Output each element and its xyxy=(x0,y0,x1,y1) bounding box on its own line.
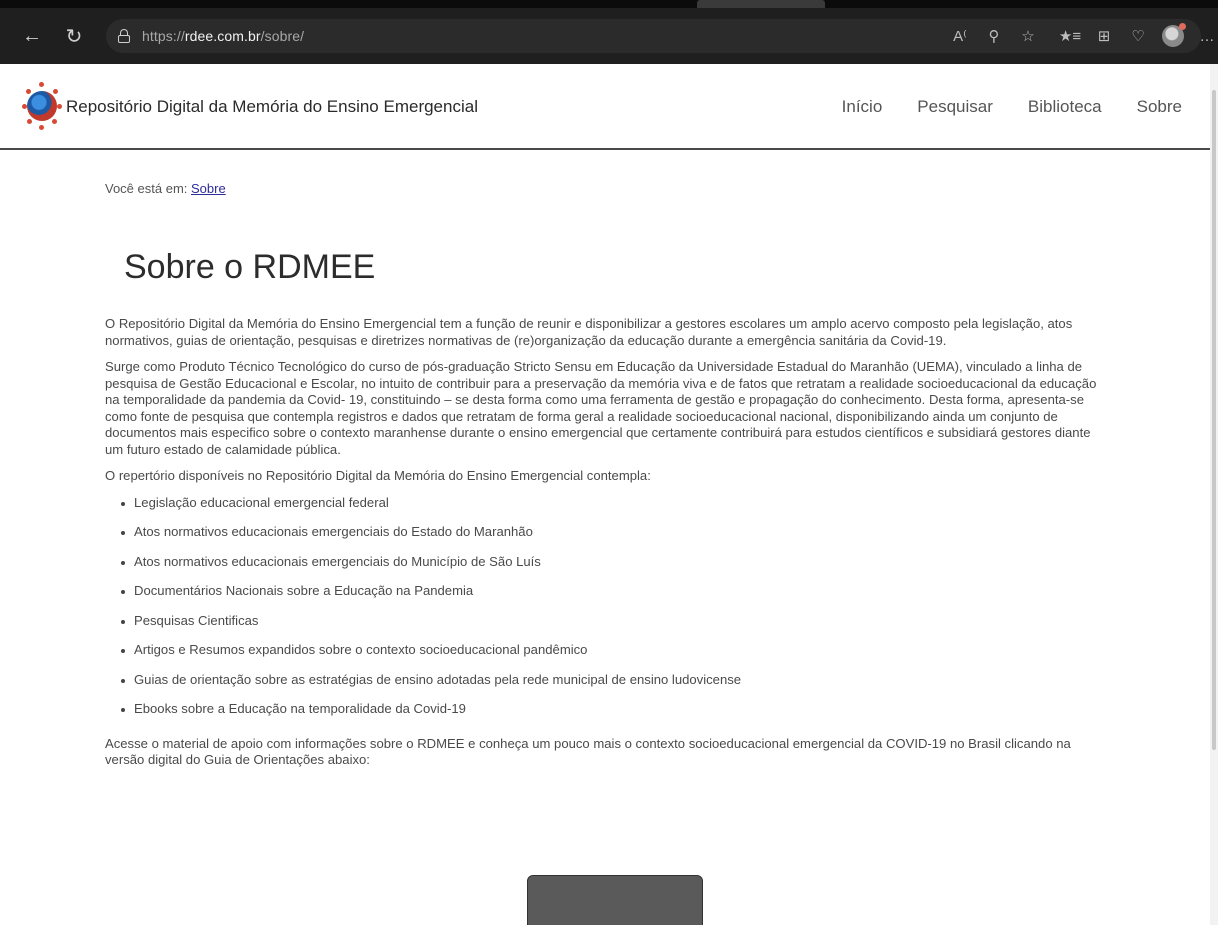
nav-sobre[interactable]: Sobre xyxy=(1137,97,1182,117)
read-aloud-icon[interactable]: A⁽ xyxy=(943,19,977,53)
about-content: O Repositório Digital da Memória do Ensi… xyxy=(105,316,1100,779)
favorites-list-icon[interactable]: ★≡ xyxy=(1053,19,1087,53)
site-logo[interactable] xyxy=(22,78,62,134)
lock-icon[interactable] xyxy=(118,29,130,43)
repertoire-intro: O repertório disponíveis no Repositório … xyxy=(105,468,651,483)
collections-icon[interactable]: ⊞ xyxy=(1087,19,1121,53)
site-title[interactable]: Repositório Digital da Memória do Ensino… xyxy=(66,97,478,117)
page-title: Sobre o RDMEE xyxy=(124,248,376,286)
page-scrollbar[interactable] xyxy=(1210,64,1218,925)
breadcrumb-link-sobre[interactable]: Sobre xyxy=(191,181,226,196)
url-scheme: https:// xyxy=(142,28,185,44)
repertoire-list: Legislação educacional emergencial feder… xyxy=(105,495,1100,731)
active-tab-edge[interactable] xyxy=(697,0,825,8)
breadcrumb-prefix: Você está em: xyxy=(105,181,188,196)
list-item: Guias de orientação sobre as estratégias… xyxy=(105,672,1100,702)
list-item: Documentários Nacionais sobre a Educação… xyxy=(105,583,1100,613)
list-item: Legislação educacional emergencial feder… xyxy=(105,495,1100,525)
zoom-icon[interactable]: ⚲ xyxy=(977,19,1011,53)
site-header: Repositório Digital da Memória do Ensino… xyxy=(0,64,1214,150)
favorite-icon[interactable]: ☆ xyxy=(1011,19,1045,53)
list-item: Atos normativos educacionais emergenciai… xyxy=(105,554,1100,584)
list-item: Pesquisas Cientificas xyxy=(105,613,1100,643)
nav-biblioteca[interactable]: Biblioteca xyxy=(1028,97,1102,117)
address-bar[interactable]: https://rdee.com.br/sobre/ A⁽ ⚲ ☆ ★≡ ⊞ ♡ xyxy=(106,19,1201,53)
list-item: Ebooks sobre a Educação na temporalidade… xyxy=(105,701,1100,731)
tab-strip xyxy=(0,0,1218,8)
intro-paragraph: O Repositório Digital da Memória do Ensi… xyxy=(105,316,1073,348)
breadcrumb: Você está em: Sobre xyxy=(105,181,226,196)
address-tools: A⁽ ⚲ ☆ ★≡ ⊞ ♡ xyxy=(943,19,1191,53)
reload-icon[interactable]: ↻ xyxy=(60,22,88,50)
nav-pesquisar[interactable]: Pesquisar xyxy=(917,97,993,117)
browser-toolbar: ← ↻ https://rdee.com.br/sobre/ A⁽ ⚲ ☆ ★≡… xyxy=(0,8,1218,64)
list-item: Atos normativos educacionais emergenciai… xyxy=(105,524,1100,554)
more-icon[interactable]: … xyxy=(1190,19,1218,53)
url-text[interactable]: https://rdee.com.br/sobre/ xyxy=(142,28,304,44)
guide-paragraph: Acesse o material de apoio com informaçõ… xyxy=(105,735,1071,768)
nav-inicio[interactable]: Início xyxy=(842,97,883,117)
profile-button[interactable] xyxy=(1155,19,1191,53)
main-navigation: Início Pesquisar Biblioteca Sobre xyxy=(842,97,1182,117)
profile-icon xyxy=(1162,23,1186,47)
health-icon[interactable]: ♡ xyxy=(1121,19,1155,53)
description-paragraph: Surge como Produto Técnico Tecnológico d… xyxy=(105,359,1097,457)
back-icon[interactable]: ← xyxy=(18,22,46,50)
list-item: Artigos e Resumos expandidos sobre o con… xyxy=(105,642,1100,672)
url-path: /sobre/ xyxy=(260,28,305,44)
guide-button[interactable] xyxy=(527,875,703,925)
logo-icon xyxy=(27,91,57,121)
url-domain: rdee.com.br xyxy=(184,28,261,44)
scrollbar-thumb[interactable] xyxy=(1212,90,1216,750)
